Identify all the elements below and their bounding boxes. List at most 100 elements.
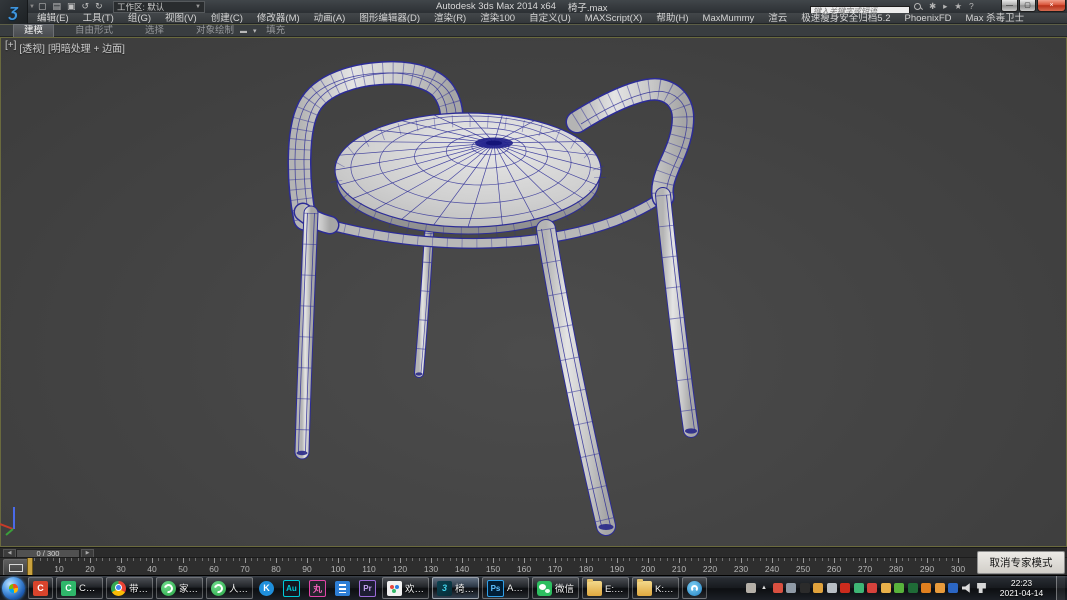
timeline-tick — [158, 558, 159, 561]
help-icon[interactable]: ? — [969, 0, 974, 13]
3dsmax-app-button[interactable]: Ʒ — [0, 0, 28, 24]
menu-item[interactable]: 编辑(E) — [30, 13, 76, 24]
menu-item[interactable]: 工具(T) — [76, 13, 121, 24]
timeline-tick — [908, 558, 909, 561]
taskbar-button-camtasia-red-icon[interactable]: C — [28, 577, 53, 599]
darkgreen-app-icon[interactable] — [908, 583, 918, 593]
track-bar[interactable]: 1020304050607080901001101201301401501601… — [0, 557, 1067, 575]
viewport-menu-view[interactable]: [透视] — [19, 40, 45, 55]
diamond-app-icon[interactable] — [827, 583, 837, 593]
wechat-tray-icon[interactable] — [854, 583, 864, 593]
cancel-expert-mode-button[interactable]: 取消专家模式 — [977, 551, 1065, 574]
taskbar-button-人民...[interactable]: 人民... — [206, 577, 253, 599]
time-slider-handle[interactable] — [27, 558, 33, 575]
black-app-icon[interactable] — [800, 583, 810, 593]
redo-icon[interactable]: ↻ — [95, 0, 103, 13]
timeline-tick-label: 140 — [451, 564, 473, 574]
show-hidden-icon[interactable]: ▲ — [759, 583, 769, 593]
taskbar-button-E:\古...[interactable]: E:\古... — [582, 577, 629, 599]
maximize-button[interactable]: ▢ — [1019, 0, 1036, 12]
favorites-star-icon[interactable]: ★ — [954, 0, 962, 13]
timeline-tick — [189, 558, 190, 561]
person-red-icon[interactable] — [867, 583, 877, 593]
menu-item[interactable]: 视图(V) — [158, 13, 204, 24]
menu-item[interactable]: 组(G) — [121, 13, 158, 24]
blue-circle-icon[interactable] — [948, 583, 958, 593]
shield-icon[interactable] — [935, 583, 945, 593]
menu-item[interactable]: MAXScript(X) — [578, 13, 650, 24]
ribbon-tab-选择[interactable]: 选择 — [135, 25, 174, 37]
viewport-menu-plus[interactable]: [+] — [5, 40, 16, 55]
stool-wireframe-model[interactable] — [0, 37, 1067, 547]
taskbar-button-带有...[interactable]: 带有... — [106, 577, 153, 599]
save-file-icon[interactable]: ▣ — [67, 0, 76, 13]
taskbar-button-kugou-icon[interactable]: K — [256, 577, 277, 599]
taskbar-button-wanzi-icon[interactable]: 丸 — [306, 577, 329, 599]
ball-red-icon[interactable] — [773, 583, 783, 593]
menu-item[interactable]: 图形编辑器(D) — [352, 13, 427, 24]
taskbar-button-Adob...[interactable]: PsAdob... — [482, 577, 529, 599]
pen-icon[interactable]: ▸ — [943, 0, 947, 13]
menu-item[interactable]: 自定义(U) — [522, 13, 578, 24]
menu-item[interactable]: 极速瘦身安全归档5.2 — [794, 13, 897, 24]
perspective-viewport[interactable]: [+] [透视] [明暗处理 + 边面] — [0, 37, 1067, 547]
timeline-tick-label: 110 — [358, 564, 380, 574]
workspace-selector[interactable]: 工作区: 默认 ▼ — [113, 1, 205, 13]
gear-icon[interactable] — [786, 583, 796, 593]
briefcase-icon[interactable] — [746, 583, 756, 593]
taskbar-button-Camt...[interactable]: CCamt... — [56, 577, 103, 599]
viewport-menu-shading[interactable]: [明暗处理 + 边面] — [48, 40, 125, 55]
timeline-tick-label: 300 — [947, 564, 969, 574]
menu-item[interactable]: 创建(C) — [204, 13, 250, 24]
menu-item[interactable]: 修改器(M) — [250, 13, 307, 24]
menu-item[interactable]: 渲染(R) — [427, 13, 473, 24]
taskbar-button-微信[interactable]: 微信 — [532, 577, 579, 599]
close-button[interactable]: × — [1037, 0, 1066, 12]
taskbar-button-audition-icon[interactable]: Au — [280, 577, 303, 599]
timeline-tick — [381, 558, 382, 561]
folder-tray-icon[interactable] — [881, 583, 891, 593]
minimize-button[interactable]: — — [1001, 0, 1018, 12]
timeline-tick — [140, 558, 141, 561]
menu-item[interactable]: 动画(A) — [307, 13, 353, 24]
taskbar-button-media-player-icon[interactable] — [332, 577, 353, 599]
ribbon-tab-填充[interactable]: 填充 — [256, 25, 295, 37]
orange-grid-icon[interactable] — [921, 583, 931, 593]
timeline-tick — [660, 558, 661, 561]
menu-item[interactable]: 渲云 — [761, 13, 794, 24]
timeline-tick-label: 160 — [513, 564, 535, 574]
orange-app-icon[interactable] — [813, 583, 823, 593]
new-scene-icon[interactable]: ▢ — [38, 0, 47, 13]
start-button[interactable] — [2, 577, 25, 600]
menu-item[interactable]: PhoenixFD — [898, 13, 959, 24]
speaker-icon[interactable] — [962, 583, 973, 593]
menu-item[interactable]: 渲染100 — [473, 13, 522, 24]
ribbon-tab-建模[interactable]: 建模 — [14, 25, 53, 37]
menu-bar: 编辑(E)工具(T)组(G)视图(V)创建(C)修改器(M)动画(A)图形编辑器… — [0, 13, 1067, 24]
taskbar-clock[interactable]: 22:23 2021-04-14 — [995, 578, 1049, 598]
pdf-icon[interactable] — [840, 583, 850, 593]
search-icon[interactable] — [914, 3, 922, 11]
menu-item[interactable]: Max 杀毒卫士 — [959, 13, 1032, 24]
ribbon-tab-对象绘制[interactable]: 对象绘制 — [186, 25, 244, 37]
open-file-icon[interactable]: ▤ — [53, 0, 62, 13]
timeline-ruler[interactable]: 1020304050607080901001101201301401501601… — [0, 558, 970, 576]
ribbon-tab-自由形式[interactable]: 自由形式 — [65, 25, 123, 37]
wrench-icon[interactable]: ✱ — [929, 0, 936, 13]
menu-item[interactable]: 帮助(H) — [649, 13, 695, 24]
green-app-icon[interactable] — [894, 583, 904, 593]
menu-item[interactable]: MaxMummy — [696, 13, 762, 24]
taskbar-button-家具...[interactable]: 家具... — [156, 577, 203, 599]
taskbar-button-椅子...[interactable]: 3椅子... — [432, 577, 479, 599]
show-desktop-button[interactable] — [1056, 576, 1065, 600]
taskbar-button-potplayer-icon[interactable] — [682, 577, 707, 599]
network-icon[interactable] — [976, 583, 987, 593]
timeline-tick — [716, 558, 717, 561]
taskbar-button-premiere-icon[interactable]: Pr — [356, 577, 379, 599]
taskbar-button-K:\录制[interactable]: K:\录制 — [632, 577, 679, 599]
timeline-tick — [102, 558, 103, 561]
timeline-tick — [915, 558, 916, 561]
undo-icon[interactable]: ↺ — [82, 0, 90, 13]
taskbar-button-欢迎...[interactable]: 欢迎... — [382, 577, 429, 599]
ribbon-collapse-icon[interactable]: ▬ ▾ — [240, 27, 258, 35]
